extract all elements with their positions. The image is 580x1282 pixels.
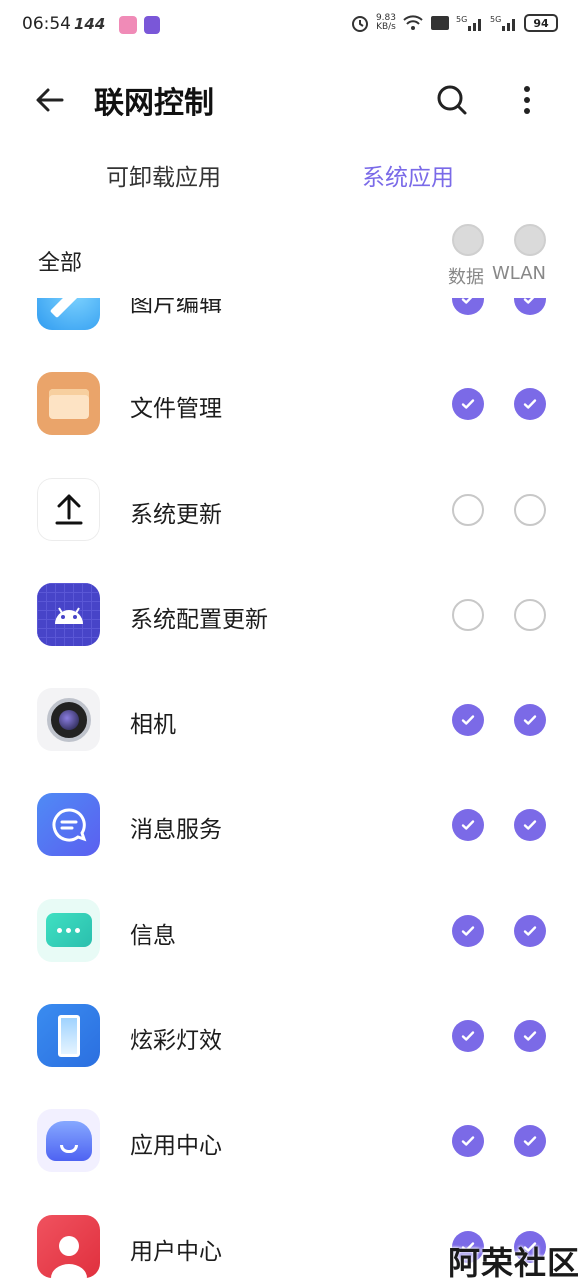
alarm-icon [351,16,368,32]
notification-app-icon-2 [144,16,160,34]
data-network-checkbox[interactable] [452,388,484,421]
upload-icon [37,477,100,541]
app-bar: 联网控制 [0,60,580,140]
wlan-checkbox[interactable] [514,704,546,737]
status-icons: 9.83 KB/s 5G 5G 94 [350,13,558,33]
refresh-rate-indicator: 144 [74,15,106,33]
page-title: 联网控制 [94,86,214,121]
app-name: 相机 [130,712,176,739]
light-effect-icon [37,1004,100,1068]
photo-edit-icon [37,298,100,330]
data-network-checkbox[interactable] [452,598,484,631]
tab-bar: 可卸载应用 系统应用 [0,150,580,202]
net-speed: 9.83 KB/s [375,13,396,32]
camera-icon [37,688,100,752]
search-icon [437,85,467,115]
back-button[interactable] [30,80,70,120]
all-apps-label: 全部 [38,251,83,276]
select-all-wlan-toggle[interactable] [514,224,546,256]
app-name: 应用中心 [130,1133,222,1160]
hd-icon [431,16,449,30]
watermark: 阿荣社区 [448,1244,580,1282]
app-row[interactable]: 系统配置更新 [0,562,580,667]
wlan-checkbox[interactable] [514,1020,546,1053]
app-row[interactable]: 信息 [0,878,580,983]
wifi-icon [403,15,423,30]
arrow-left-icon [36,88,64,112]
data-network-checkbox[interactable] [452,298,484,315]
battery-indicator: 94 [524,14,558,32]
list-header: 全部 数据 WLAN [0,218,580,298]
wlan-checkbox[interactable] [514,1125,546,1158]
wlan-checkbox[interactable] [514,493,546,526]
app-name: 信息 [130,922,176,949]
status-bar: 06:54 144 9.83 KB/s 5G 5G 94 [0,0,580,50]
status-time: 06:54 [22,14,71,34]
app-row[interactable]: 文件管理 [0,351,580,456]
wlan-checkbox[interactable] [514,298,546,315]
select-all-data-toggle[interactable] [452,224,484,256]
app-store-icon [37,1109,100,1173]
app-name: 炫彩灯效 [130,1028,222,1055]
notification-app-icon [119,16,137,34]
wlan-checkbox[interactable] [514,598,546,631]
app-name: 系统配置更新 [130,606,268,633]
data-network-checkbox[interactable] [452,1125,484,1158]
svg-text:5G: 5G [456,15,467,24]
column-label-wlan: WLAN [492,263,547,284]
app-name: 文件管理 [130,396,222,423]
data-network-checkbox[interactable] [452,1020,484,1053]
tab-system-apps[interactable]: 系统应用 [362,158,454,192]
app-row[interactable]: 消息服务 [0,772,580,877]
signal-icon: 5G [456,15,481,31]
data-network-checkbox[interactable] [452,493,484,526]
app-name: 图片编辑 [130,298,222,317]
data-network-checkbox[interactable] [452,914,484,947]
wlan-checkbox[interactable] [514,388,546,421]
more-vertical-icon [524,86,530,114]
folder-icon [37,372,100,436]
app-row[interactable]: 炫彩灯效 [0,983,580,1088]
app-row[interactable]: 相机 [0,667,580,772]
data-network-checkbox[interactable] [452,809,484,842]
wlan-checkbox[interactable] [514,914,546,947]
data-network-checkbox[interactable] [452,704,484,737]
column-label-data: 数据 [448,267,484,288]
wlan-checkbox[interactable] [514,809,546,842]
app-row[interactable]: 系统更新 [0,457,580,562]
sms-icon [37,898,100,962]
search-button[interactable] [432,80,472,120]
android-icon [37,582,100,646]
app-name: 系统更新 [130,501,222,528]
message-service-icon [37,793,100,857]
more-button[interactable] [507,80,547,120]
app-name: 消息服务 [130,817,222,844]
app-row[interactable]: 应用中心 [0,1088,580,1193]
signal-icon-2: 5G [490,15,515,31]
svg-text:5G: 5G [490,15,501,24]
user-center-icon [37,1214,100,1278]
app-row[interactable]: 图片编辑 [0,298,580,351]
app-list[interactable]: 图片编辑文件管理系统更新系统配置更新 相机消息服务信息炫彩灯效应用中心用户中心 [0,298,580,1282]
app-name: 用户中心 [130,1238,222,1265]
tab-removable-apps[interactable]: 可卸载应用 [106,158,221,192]
